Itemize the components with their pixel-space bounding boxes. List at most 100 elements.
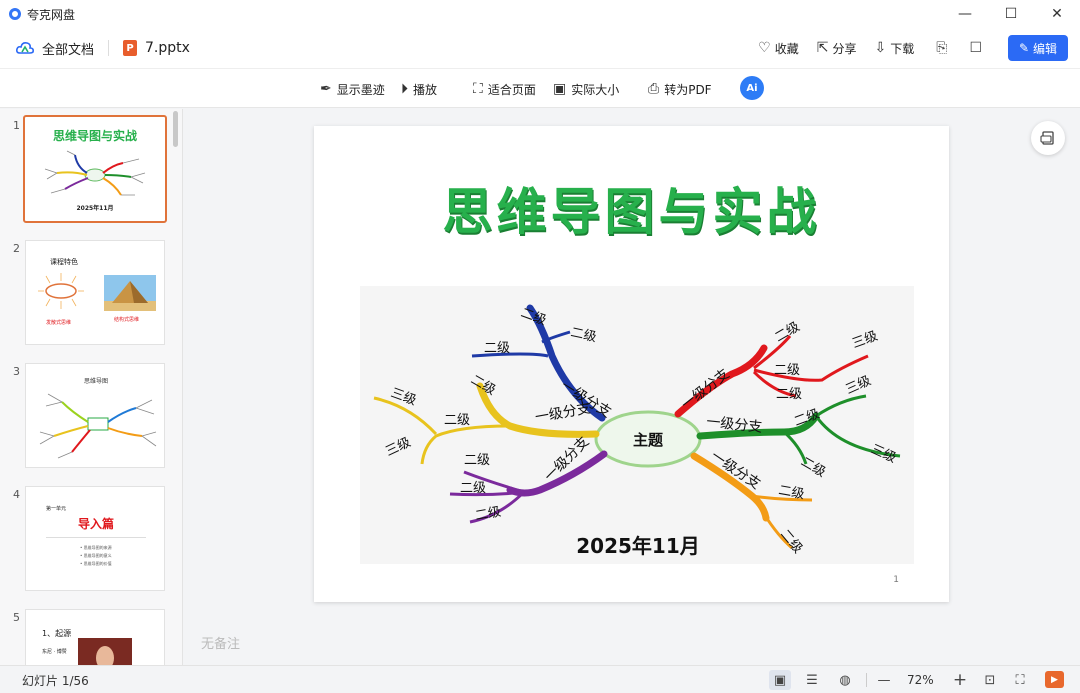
- edit-label: 编辑: [1033, 41, 1058, 56]
- mindmap-image: 主题 一级分支 二级 二级 二级 一级分支 二级 二级 三级 三级 一级分支 二: [360, 286, 914, 564]
- thumbnail-title: 课程特色: [50, 258, 78, 266]
- slide-thumbnail-3[interactable]: 思维导图: [25, 363, 165, 468]
- notes-placeholder[interactable]: 无备注: [201, 633, 240, 652]
- app-title: 夸克网盘: [27, 7, 76, 22]
- divider: [108, 40, 110, 56]
- title-bar: 夸克网盘 — ☐ ✕: [0, 0, 1080, 28]
- slide-thumbnail-1[interactable]: 思维导图与实战 2025年11月: [23, 115, 167, 223]
- thumbnail-title: 思维导图与实战: [52, 129, 137, 143]
- viewer-toolbar: ✒ 显示墨迹 ⏵ 播放 ⛶ 适合页面 ▣ 实际大小 ⎙ 转为PDF: [0, 68, 1080, 108]
- share-label: 分享: [832, 41, 857, 56]
- window-controls: — ☐ ✕: [942, 0, 1080, 28]
- download-icon: ⇩: [874, 40, 887, 56]
- divider: [46, 537, 146, 538]
- fit-page-button[interactable]: ⛶ 适合页面: [473, 69, 536, 109]
- current-slide: 思维导图与实战 主题 一级分支 二级 二级 二级 一级分支 二级 二级 三级 三…: [314, 126, 949, 602]
- mindmap-level2-label: 二级: [464, 453, 490, 468]
- close-button[interactable]: ✕: [1034, 0, 1080, 28]
- minimize-button[interactable]: —: [942, 0, 988, 28]
- normal-view-icon[interactable]: ▣: [769, 670, 791, 690]
- all-documents-link[interactable]: 全部文档: [42, 39, 94, 58]
- share-button[interactable]: ⇱ 分享: [817, 40, 857, 57]
- actual-size-icon: ▣: [553, 81, 567, 97]
- thumbnail-name: 东尼 · 博赞: [42, 649, 67, 655]
- slide-thumbnail-4[interactable]: 第一单元 导入篇 • 思维导图的来源 • 思维导图的意义 • 思维导图的价值: [25, 486, 165, 591]
- slide-page-number: 1: [893, 575, 899, 585]
- app-logo-icon: [9, 8, 21, 20]
- thumbnail-left-label: 发散式思维: [46, 320, 72, 326]
- actual-size-button[interactable]: ▣ 实际大小: [553, 69, 619, 109]
- thumbnail-unit: 第一单元: [46, 506, 67, 512]
- maximize-button[interactable]: ☐: [988, 0, 1034, 28]
- fullscreen-icon[interactable]: ⛶: [1009, 670, 1031, 690]
- file-name: 7.pptx: [145, 40, 190, 56]
- document-header: 全部文档 P 7.pptx ♡ 收藏 ⇱ 分享 ⇩ 下载 ⎘ ☐ ✎ 编辑: [0, 28, 1080, 68]
- mindmap-thumbnail: [44, 150, 146, 196]
- play-circle-icon: ⏵: [401, 81, 408, 97]
- pdf-convert-icon: [1040, 131, 1054, 145]
- mindmap-level2-label: 二级: [460, 481, 486, 496]
- ink-icon: ✒: [320, 81, 332, 97]
- slide-date: 2025年11月: [576, 534, 700, 558]
- slideshow-play-button[interactable]: ▶: [1045, 671, 1064, 688]
- globe-icon[interactable]: ◍: [834, 670, 856, 690]
- pdf-icon: ⎙: [648, 81, 660, 97]
- open-external-icon[interactable]: ⎘: [936, 40, 947, 56]
- sidebar-scrollbar[interactable]: [173, 111, 178, 147]
- pptx-file-icon: P: [123, 40, 138, 56]
- slide-stage: 思维导图与实战 主题 一级分支 二级 二级 二级 一级分支 二级 二级 三级 三…: [184, 109, 1080, 665]
- actual-size-label: 实际大小: [571, 82, 620, 97]
- thumbnail-title: 导入篇: [77, 517, 114, 531]
- fit-page-label: 适合页面: [487, 82, 536, 97]
- thumbnail-title: 1、起源: [42, 629, 72, 638]
- zoom-in-button[interactable]: +: [949, 670, 971, 690]
- slide-counter: 幻灯片 1/56: [22, 674, 89, 688]
- ai-assistant-button[interactable]: Ai: [740, 76, 764, 100]
- thumbnail-bullet: • 思维导图的意义: [80, 553, 112, 558]
- mindmap-level2-label: 二级: [444, 413, 470, 428]
- thumbnail-bullet: • 思维导图的来源: [80, 545, 112, 550]
- download-label: 下载: [890, 41, 915, 56]
- status-bar: 幻灯片 1/56 ▣ ☰ ◍ — 72% + ⊡ ⛶ ▶: [0, 665, 1080, 693]
- floating-tool-button[interactable]: [1031, 121, 1065, 155]
- sunburst-thumbnail: [38, 273, 84, 309]
- notes-view-icon[interactable]: ☰: [801, 670, 823, 690]
- play-button[interactable]: ⏵ 播放: [401, 69, 437, 109]
- download-button[interactable]: ⇩ 下载: [874, 40, 914, 57]
- divider: [866, 673, 867, 687]
- convert-pdf-label: 转为PDF: [664, 82, 712, 97]
- show-ink-label: 显示墨迹: [336, 82, 385, 97]
- play-label: 播放: [413, 82, 438, 97]
- slide-thumbnail-5[interactable]: 1、起源 东尼 · 博赞: [25, 609, 165, 665]
- mindmap-level2-label: 二级: [484, 341, 510, 356]
- fit-screen-icon[interactable]: ⊡: [979, 670, 1001, 690]
- heart-icon: ♡: [758, 40, 771, 56]
- cloud-icon: [16, 42, 34, 54]
- thumbnail-right-label: 结构式思维: [114, 317, 140, 323]
- edit-button[interactable]: ✎ 编辑: [1008, 35, 1068, 61]
- thumbnail-number: 5: [13, 611, 20, 624]
- pyramid-thumbnail: [104, 275, 156, 311]
- thumbnail-bullet: • 思维导图的价值: [80, 561, 112, 566]
- show-ink-button[interactable]: ✒ 显示墨迹: [320, 69, 385, 109]
- mindmap-center-label: 主题: [633, 431, 664, 449]
- convert-pdf-button[interactable]: ⎙ 转为PDF: [648, 69, 712, 109]
- slide-thumbnails-panel: 1 思维导图与实战 2025年11月 2 课程特色 发散式思维 结构式思维 3 …: [0, 109, 183, 665]
- zoom-level: 72%: [907, 673, 934, 687]
- thumbnail-number: 4: [13, 488, 20, 501]
- slide-thumbnail-2[interactable]: 课程特色 发散式思维 结构式思维: [25, 240, 165, 345]
- portrait-thumbnail: [78, 638, 132, 665]
- thumbnail-number: 2: [13, 242, 20, 255]
- zoom-out-button[interactable]: —: [873, 670, 895, 690]
- favorite-label: 收藏: [774, 41, 799, 56]
- fit-page-icon: ⛶: [473, 81, 483, 97]
- thumbnail-date: 2025年11月: [76, 205, 114, 212]
- favorite-button[interactable]: ♡ 收藏: [758, 40, 799, 57]
- comment-icon[interactable]: ☐: [969, 40, 982, 56]
- slide-title: 思维导图与实战: [442, 183, 821, 241]
- thumbnail-number: 3: [13, 365, 20, 378]
- mindmap-thumbnail: [39, 393, 157, 459]
- thumbnail-number: 1: [13, 119, 20, 132]
- mindmap-level2-label: 二级: [774, 363, 800, 378]
- pencil-icon: ✎: [1018, 41, 1030, 55]
